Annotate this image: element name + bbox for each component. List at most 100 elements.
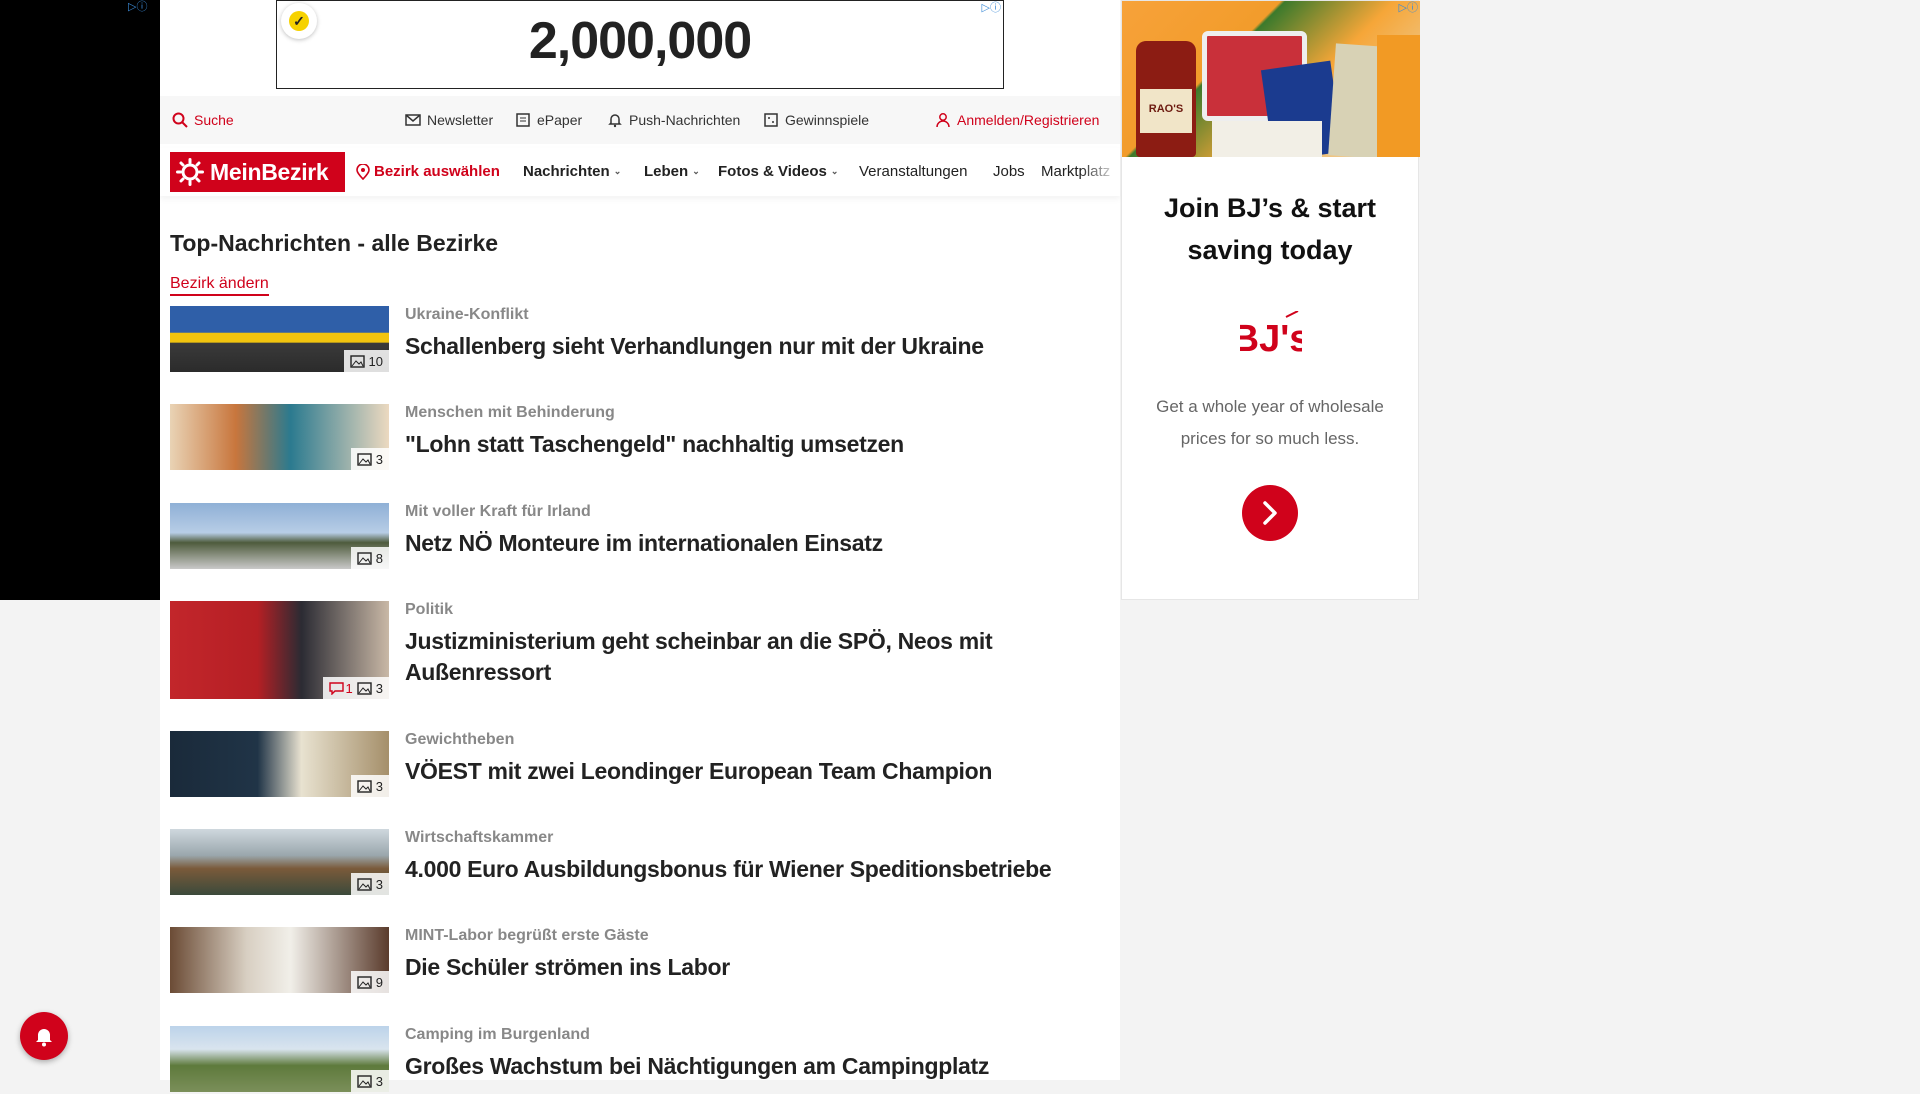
article-headline[interactable]: Netz NÖ Monteure im internationalen Eins… — [405, 528, 1095, 559]
change-district-link[interactable]: Bezirk ändern — [170, 275, 269, 296]
photo-count-value: 10 — [368, 353, 383, 369]
bjs-sidebar-ad[interactable]: RAO'S ▷ⓘ Join BJ’s & start saving today … — [1121, 0, 1420, 600]
ad-title-line2: saving today — [1187, 235, 1353, 265]
newsletter-link[interactable]: Newsletter — [405, 112, 493, 128]
sun-logo-icon — [176, 158, 204, 186]
article-headline[interactable]: VÖEST mit zwei Leondinger European Team … — [405, 756, 1095, 787]
envelope-icon — [405, 114, 421, 126]
article-thumbnail[interactable]: 3 — [170, 731, 389, 797]
article-headline[interactable]: Justizministerium geht scheinbar an die … — [405, 626, 1095, 688]
article-thumbnail[interactable]: 9 — [170, 927, 389, 993]
nav-leben-label: Leben — [644, 163, 689, 180]
bjs-logo-text: BJ's — [1240, 318, 1302, 359]
epaper-label: ePaper — [537, 112, 583, 128]
article-item[interactable]: 3 Camping im Burgenland Großes Wachstum … — [170, 1026, 1100, 1094]
utility-bar: Suche Newsletter ePaper Push-Nachrichten… — [160, 96, 1120, 144]
district-select-label: Bezirk auswählen — [374, 163, 500, 180]
push-link[interactable]: Push-Nachrichten — [607, 112, 740, 128]
image-icon — [357, 1074, 372, 1088]
ad-title: Join BJ’s & start saving today — [1122, 187, 1418, 271]
grocery-ad-image[interactable]: RAO'S ▷ⓘ — [1122, 1, 1420, 157]
article-item[interactable]: 9 MINT-Labor begrüßt erste Gäste Die Sch… — [170, 927, 1100, 995]
nav-jobs[interactable]: Jobs — [993, 163, 1025, 180]
comment-count-value: 1 — [345, 680, 353, 696]
district-select[interactable]: Bezirk auswählen — [356, 163, 500, 180]
nav-fade — [1080, 148, 1120, 196]
article-item[interactable]: 3 Gewichtheben VÖEST mit zwei Leondinger… — [170, 731, 1100, 799]
image-icon — [357, 779, 372, 793]
photo-count-value: 3 — [375, 451, 383, 467]
nav-fotos-label: Fotos & Videos — [718, 163, 827, 180]
image-icon — [349, 354, 365, 368]
photo-count: 10 — [343, 350, 389, 372]
gewinnspiele-label: Gewinnspiele — [785, 112, 870, 128]
nav-fotos[interactable]: Fotos & Videos ⌄ — [718, 163, 838, 180]
article-item[interactable]: 3 Menschen mit Behinderung "Lohn statt T… — [170, 404, 1100, 472]
ad-title-line1: Join BJ’s & start — [1163, 193, 1377, 223]
article-thumbnail[interactable]: 3 — [170, 404, 389, 470]
image-icon — [357, 877, 372, 891]
article-kicker: Gewichtheben — [405, 731, 515, 748]
nav-nachrichten[interactable]: Nachrichten ⌄ — [523, 163, 621, 180]
article-headline[interactable]: 4.000 Euro Ausbildungsbonus für Wiener S… — [405, 854, 1095, 885]
image-icon — [357, 551, 372, 565]
nav-veranstaltungen[interactable]: Veranstaltungen — [859, 163, 967, 180]
photo-count: 3 — [350, 775, 389, 797]
newsletter-label: Newsletter — [427, 112, 494, 128]
meinbezirk-logo[interactable]: MeinBezirk — [170, 152, 345, 192]
article-kicker: Mit voller Kraft für Irland — [405, 503, 591, 520]
bell-icon — [36, 1029, 52, 1047]
top-banner-ad[interactable]: ✓ 2,000,000 ▷ⓘ — [276, 0, 1004, 89]
article-kicker: Camping im Burgenland — [405, 1026, 590, 1043]
photo-count: 3 — [350, 448, 389, 470]
ad-copy: Get a whole year of wholesale prices for… — [1142, 391, 1398, 455]
comment-icon — [328, 681, 344, 695]
article-item[interactable]: 1 3 Politik Justizministerium geht schei… — [170, 601, 1100, 699]
ad-copy-line1: Get a whole year of wholesale — [1156, 397, 1384, 416]
article-item[interactable]: 3 Wirtschaftskammer 4.000 Euro Ausbildun… — [170, 829, 1100, 897]
article-kicker: Politik — [405, 601, 454, 618]
nav-jobs-label: Jobs — [993, 163, 1025, 180]
ad-cta-button[interactable] — [1242, 485, 1298, 541]
gift-icon — [764, 113, 778, 127]
search-button[interactable]: Suche — [172, 112, 234, 128]
bjs-logo: BJ's — [1240, 311, 1302, 359]
main-content: ✓ 2,000,000 ▷ⓘ Suche Newsletter ePaper P… — [160, 0, 1120, 1092]
article-item[interactable]: 8 Mit voller Kraft für Irland Netz NÖ Mo… — [170, 503, 1100, 571]
photo-count: 3 — [350, 1070, 389, 1092]
newspaper-icon — [516, 113, 530, 127]
adchoices-icon[interactable]: ▷ⓘ — [1399, 2, 1418, 14]
sauce-jar-image: RAO'S — [1136, 41, 1196, 157]
article-thumbnail[interactable]: 3 — [170, 1026, 389, 1092]
article-headline[interactable]: Schallenberg sieht Verhandlungen nur mit… — [405, 331, 1095, 362]
photo-count-value: 3 — [375, 1073, 383, 1089]
notification-bell-button[interactable] — [20, 1012, 68, 1060]
article-item[interactable]: 10 Ukraine-Konflikt Schallenberg sieht V… — [170, 306, 1100, 374]
article-kicker: Wirtschaftskammer — [405, 829, 554, 846]
nav-leben[interactable]: Leben ⌄ — [644, 163, 700, 180]
article-thumbnail[interactable]: 8 — [170, 503, 389, 569]
push-label: Push-Nachrichten — [629, 112, 741, 128]
image-icon — [357, 452, 372, 466]
mandarins-image — [1377, 35, 1420, 157]
login-label: Anmelden/Registrieren — [957, 112, 1100, 128]
login-link[interactable]: Anmelden/Registrieren — [935, 112, 1099, 128]
article-headline[interactable]: Großes Wachstum bei Nächtigungen am Camp… — [405, 1051, 1095, 1082]
location-pin-icon — [356, 163, 370, 180]
adchoices-icon[interactable]: ▷ⓘ — [982, 2, 1001, 14]
search-icon — [172, 112, 188, 128]
article-thumbnail[interactable]: 3 — [170, 829, 389, 895]
left-skyscraper-ad[interactable]: ▷ⓘ — [0, 0, 160, 600]
chevron-down-icon: ⌄ — [613, 166, 622, 176]
adchoices-icon[interactable]: ▷ⓘ — [128, 1, 147, 13]
photo-count: 1 3 — [322, 677, 389, 699]
nav-nachrichten-label: Nachrichten — [523, 163, 610, 180]
article-thumbnail[interactable]: 1 3 — [170, 601, 389, 699]
article-thumbnail[interactable]: 10 — [170, 306, 389, 372]
gewinnspiele-link[interactable]: Gewinnspiele — [763, 112, 869, 128]
user-icon — [936, 113, 950, 128]
article-headline[interactable]: Die Schüler strömen ins Labor — [405, 952, 1095, 983]
photo-count: 8 — [350, 547, 389, 569]
article-headline[interactable]: "Lohn statt Taschengeld" nachhaltig umse… — [405, 429, 1095, 460]
epaper-link[interactable]: ePaper — [515, 112, 582, 128]
